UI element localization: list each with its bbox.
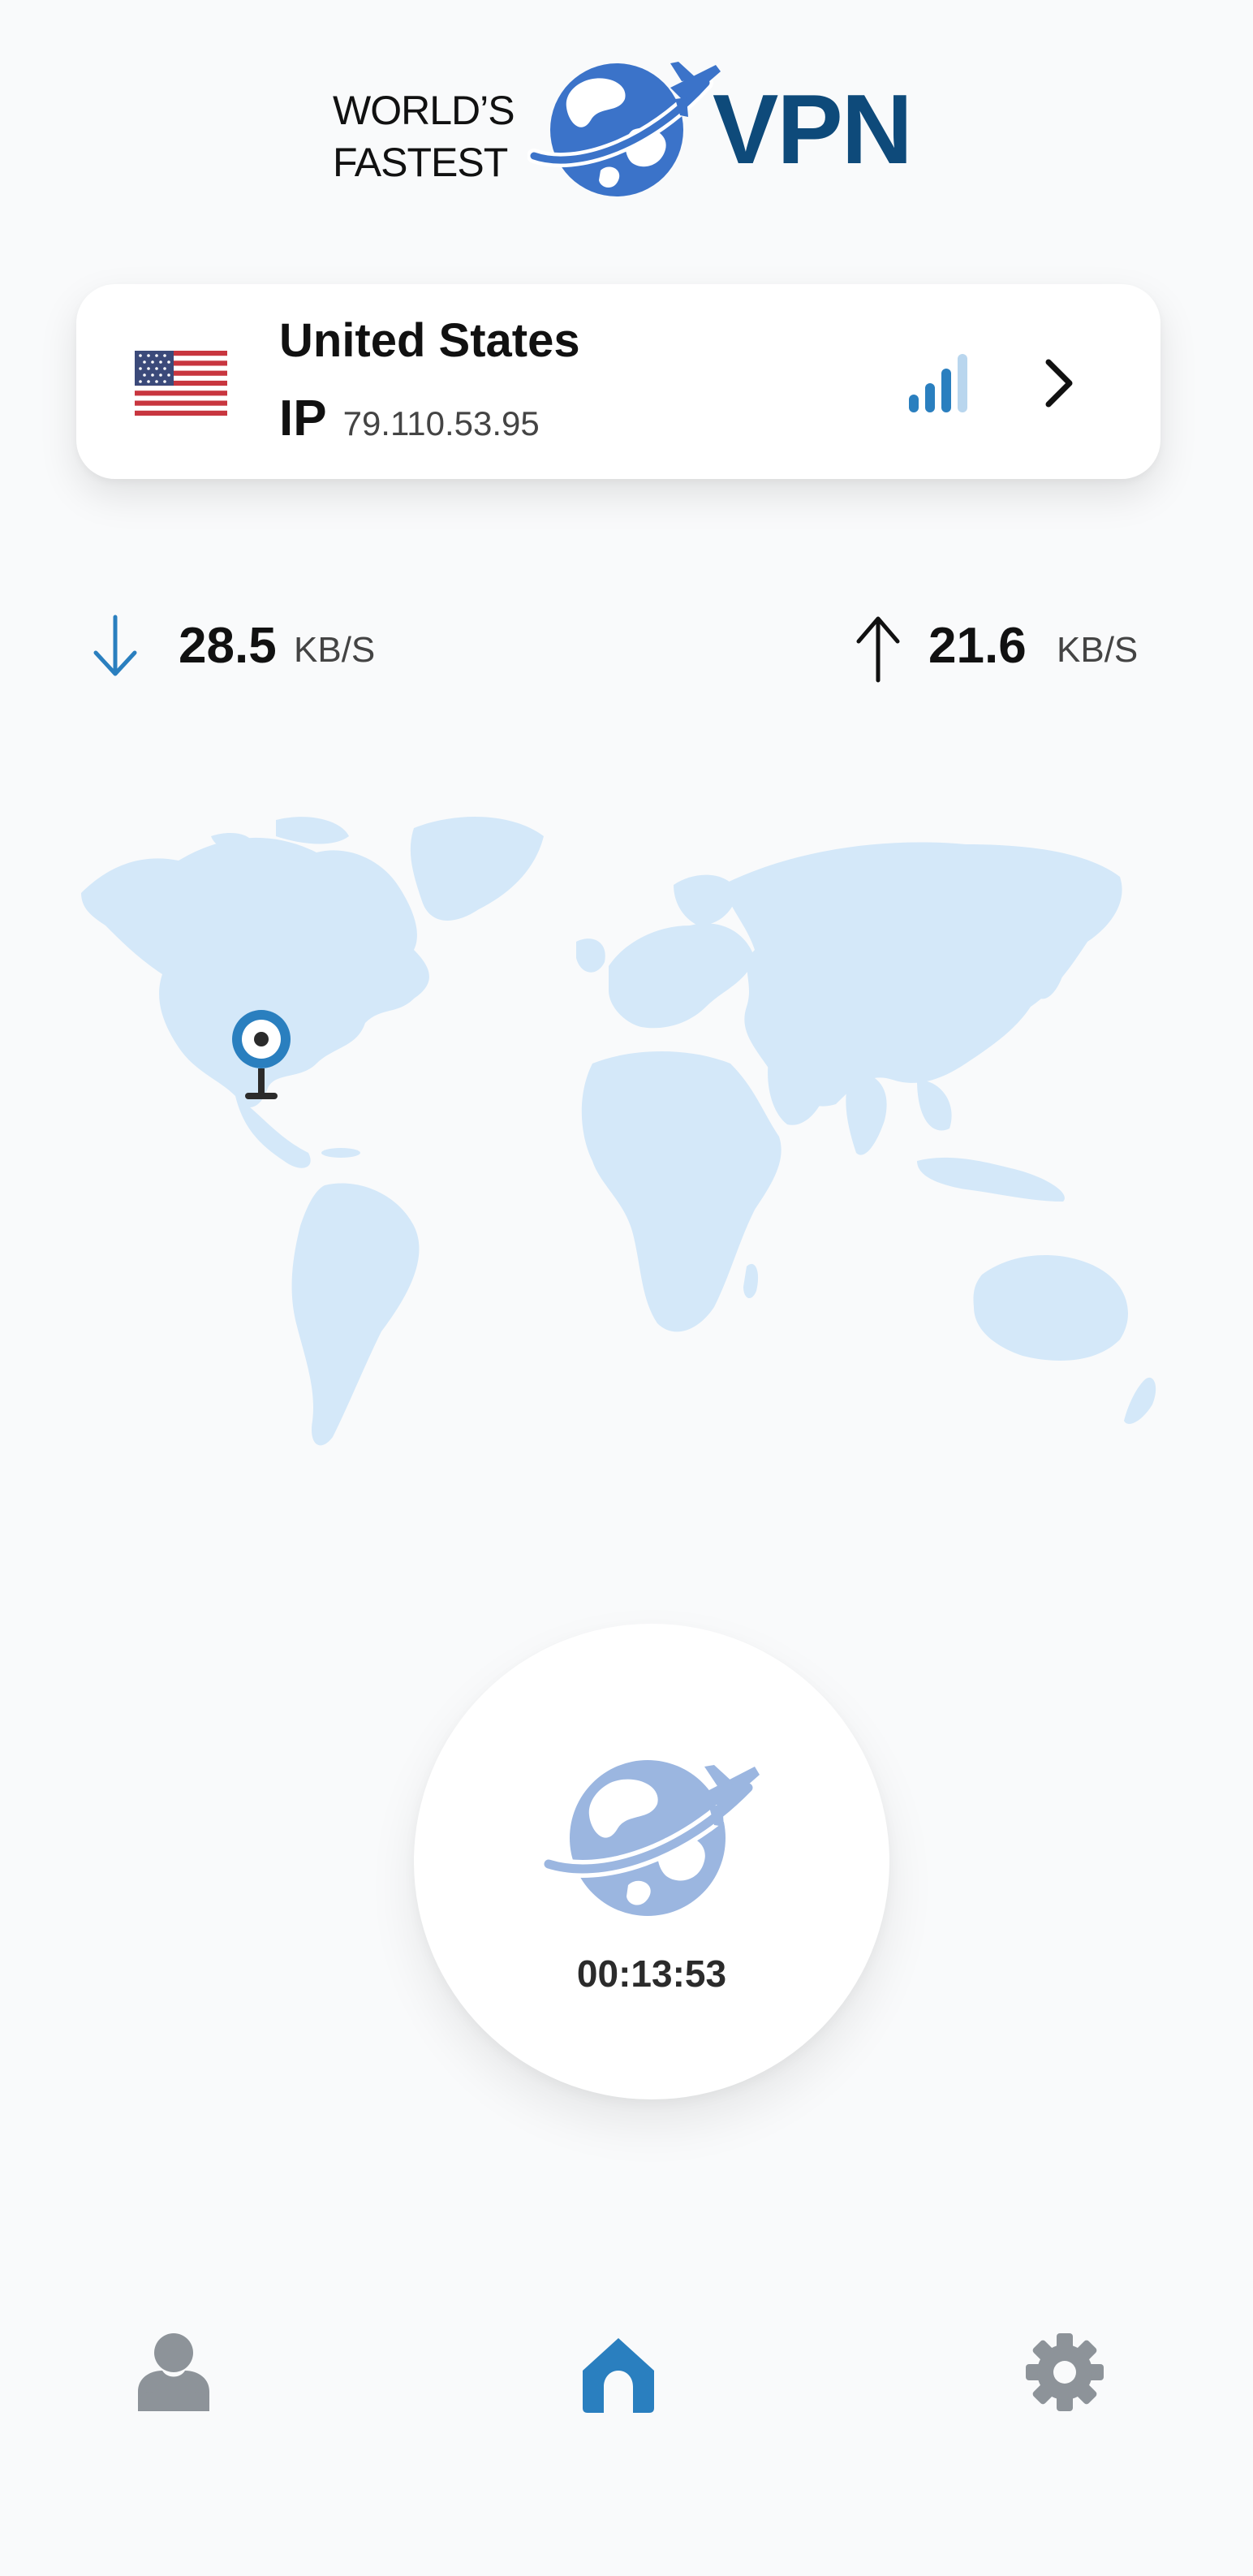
user-icon[interactable] <box>135 2330 213 2411</box>
gear-icon[interactable] <box>1024 2332 1105 2413</box>
upload-speed-value: 21.6 <box>928 618 1027 674</box>
server-location-card[interactable]: United States IP 79.110.53.95 <box>76 284 1160 479</box>
logo-tagline-line1: WORLD’S <box>333 88 515 133</box>
logo-brand: VPN <box>713 74 913 184</box>
world-map <box>81 817 1156 1446</box>
home-icon[interactable] <box>578 2333 659 2414</box>
connection-timer: 00:13:53 <box>576 1952 727 1995</box>
ip-address: 79.110.53.95 <box>342 404 540 442</box>
arrow-down-icon <box>93 615 137 676</box>
location-pin-icon <box>232 1010 291 1099</box>
logo-tagline-line2: FASTEST <box>333 140 508 185</box>
arrow-up-icon <box>856 616 900 683</box>
app-logo: WORLD’S FASTEST VPN <box>333 49 917 203</box>
download-speed-value: 28.5 <box>179 618 277 674</box>
globe-plane-icon <box>544 1760 760 1916</box>
country-name: United States <box>279 314 580 367</box>
ip-row: IP 79.110.53.95 <box>279 390 540 447</box>
logo-tagline: WORLD’S FASTEST <box>333 84 515 188</box>
connect-button[interactable]: 00:13:53 <box>414 1624 889 2099</box>
chevron-right-icon[interactable] <box>1042 357 1078 409</box>
globe-plane-logo-icon <box>527 62 721 196</box>
us-flag-icon <box>135 351 227 416</box>
signal-bars-icon <box>909 354 967 412</box>
upload-speed-unit: KB/S <box>1057 630 1139 670</box>
ip-label: IP <box>279 390 327 447</box>
download-speed-unit: KB/S <box>294 630 376 670</box>
